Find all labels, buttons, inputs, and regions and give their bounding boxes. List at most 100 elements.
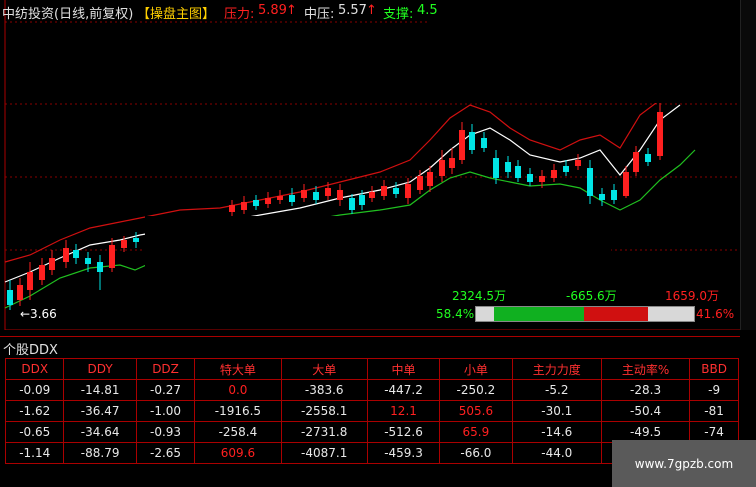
candle-body xyxy=(527,174,533,182)
table-cell: -28.3 xyxy=(600,379,691,401)
flow-right-percent: 41.6% xyxy=(696,307,735,321)
table-cell: -14.81 xyxy=(63,379,137,401)
column-header[interactable]: 小单 xyxy=(439,358,513,380)
candle-body xyxy=(17,285,23,300)
candle-body xyxy=(449,158,455,168)
mid-pressure-value: 5.57 xyxy=(338,3,367,18)
table-cell: -50.4 xyxy=(600,400,691,422)
column-header[interactable]: 特大单 xyxy=(194,358,282,380)
column-header[interactable]: 中单 xyxy=(366,358,441,380)
table-cell: -0.65 xyxy=(4,421,65,443)
candle-body xyxy=(121,240,127,248)
table-cell: -0.09 xyxy=(4,379,65,401)
candle-body xyxy=(393,188,399,194)
candle-body xyxy=(417,176,423,190)
table-cell: -2.65 xyxy=(135,442,196,464)
table-cell: 505.6 xyxy=(439,400,513,422)
candle-body xyxy=(481,138,487,148)
candle-body xyxy=(349,198,355,210)
support-label: 支撑: xyxy=(383,7,414,22)
table-cell: 0.0 xyxy=(194,379,282,401)
table-row: -0.09 -14.81 -0.27 0.0 -383.6 -447.2 -250.2 -5.… xyxy=(4,379,739,401)
table-cell: -2558.1 xyxy=(280,400,368,422)
candle-body xyxy=(27,272,33,290)
table-cell: -2731.8 xyxy=(280,421,368,443)
flow-left-percent: 58.4% xyxy=(436,307,475,321)
support-value: 4.5 xyxy=(417,3,438,18)
candle-body xyxy=(359,195,365,205)
table-cell: 12.1 xyxy=(366,400,441,422)
candle-body xyxy=(505,162,511,172)
table-cell: 65.9 xyxy=(439,421,513,443)
table-cell: -44.0 xyxy=(511,442,602,464)
pressure-value: 5.89 xyxy=(258,3,287,18)
candle-body xyxy=(587,168,593,196)
candle-body xyxy=(515,166,521,178)
candle-body xyxy=(645,154,651,162)
pressure-label: 压力: xyxy=(224,7,255,22)
candle-body xyxy=(301,190,307,198)
table-row: -1.62 -36.47 -1.00 -1916.5 -2558.1 12.1 505.6-… xyxy=(4,400,739,422)
column-header[interactable]: 主力力度 xyxy=(511,358,602,380)
table-cell: -34.64 xyxy=(63,421,137,443)
candle-body xyxy=(63,248,69,262)
candle-body xyxy=(313,192,319,200)
flow-red-segment xyxy=(584,307,648,321)
mid-arrow-icon: ↑ xyxy=(366,3,377,18)
candle-body xyxy=(427,172,433,186)
flow-right-value: 1659.0万 xyxy=(665,289,719,303)
candle-body xyxy=(575,160,581,166)
vertical-scrollbar[interactable] xyxy=(740,0,756,330)
candle-body xyxy=(49,258,55,270)
candle-body xyxy=(109,245,115,268)
column-header[interactable]: DDZ xyxy=(135,358,196,380)
column-header[interactable]: DDX xyxy=(4,358,65,380)
indicator-name: 【操盘主图】 xyxy=(137,7,216,22)
chart-mask-top xyxy=(430,0,756,103)
candle-body xyxy=(459,130,465,160)
table-cell: -0.27 xyxy=(135,379,196,401)
candle-body xyxy=(439,160,445,176)
price-low-label: ←3.66 xyxy=(20,307,57,321)
table-cell: -0.93 xyxy=(135,421,196,443)
column-header[interactable]: 主动率% xyxy=(600,358,691,380)
table-cell: -66.0 xyxy=(439,442,513,464)
flow-mid-value: -665.6万 xyxy=(566,289,617,303)
table-cell: -447.2 xyxy=(366,379,441,401)
candle-body xyxy=(133,238,139,242)
table-header-row: DDX DDY DDZ 特大单 大单 中单 小单 主力力度 主动率% BBD xyxy=(4,358,739,380)
candle-body xyxy=(289,195,295,202)
candle-body xyxy=(493,158,499,178)
table-cell: -30.1 xyxy=(511,400,602,422)
candle-body xyxy=(381,186,387,196)
candle-body xyxy=(337,190,343,200)
candle-body xyxy=(539,176,545,182)
sub-panel-header: 个股DDX xyxy=(0,336,756,358)
sub-panel-title: 个股DDX xyxy=(3,343,58,358)
pressure-arrow-icon: ↑ xyxy=(286,3,297,18)
mid-pressure-label: 中压: xyxy=(304,7,335,22)
table-cell: -14.6 xyxy=(511,421,602,443)
candle-body xyxy=(325,188,331,196)
candle-body xyxy=(229,205,235,212)
column-header[interactable]: BBD xyxy=(689,358,739,380)
candle-body xyxy=(241,202,247,210)
candle-body xyxy=(657,112,663,156)
candles xyxy=(7,100,663,310)
candle-body xyxy=(611,190,617,200)
table-cell: -258.4 xyxy=(194,421,282,443)
candle-body xyxy=(73,250,79,258)
table-cell: -383.6 xyxy=(280,379,368,401)
stock-title: 中纺投资(日线,前复权) xyxy=(2,7,134,22)
candle-body xyxy=(469,132,475,150)
table-cell: -1.62 xyxy=(4,400,65,422)
flow-green-segment xyxy=(494,307,584,321)
table-cell: -250.2 xyxy=(439,379,513,401)
table-cell: -1916.5 xyxy=(194,400,282,422)
column-header[interactable]: 大单 xyxy=(280,358,368,380)
table-cell: -1.00 xyxy=(135,400,196,422)
candle-body xyxy=(623,172,629,196)
column-header[interactable]: DDY xyxy=(63,358,137,380)
candle-body xyxy=(253,200,259,206)
candle-body xyxy=(97,262,103,272)
